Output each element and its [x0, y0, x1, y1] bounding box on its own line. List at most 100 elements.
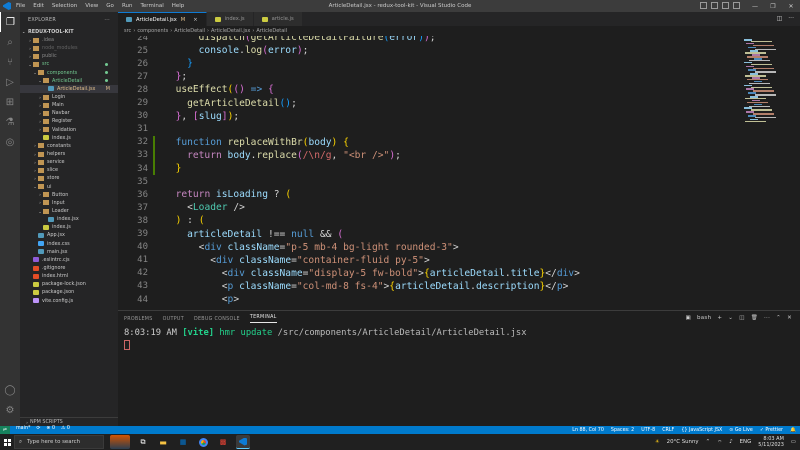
- tab-terminal[interactable]: TERMINAL: [249, 315, 277, 323]
- tree-item[interactable]: › helpers: [20, 150, 118, 158]
- code-line[interactable]: 44 <p>: [118, 293, 738, 306]
- tree-item[interactable]: › Button: [20, 191, 118, 199]
- file-explorer-icon[interactable]: ▬: [156, 435, 170, 449]
- menu-run[interactable]: Run: [122, 3, 133, 9]
- tree-item[interactable]: package.json: [20, 288, 118, 296]
- cursor-position[interactable]: Ln 88, Col 70: [572, 428, 604, 433]
- tab-debug-console[interactable]: DEBUG CONSOLE: [194, 317, 240, 322]
- close-window-button[interactable]: ✕: [782, 0, 800, 12]
- notification-center-icon[interactable]: ▭: [791, 439, 796, 445]
- search-icon[interactable]: ⌕: [0, 32, 20, 52]
- tree-item[interactable]: .eslintrc.cjs: [20, 256, 118, 264]
- tree-item[interactable]: ⌄ Loader: [20, 207, 118, 215]
- tree-item[interactable]: ⌄ ArticleDetail: [20, 77, 118, 85]
- weather[interactable]: 20°C Sunny: [667, 439, 699, 445]
- chevron-down-icon[interactable]: ⌄: [728, 315, 733, 321]
- tab-article-js[interactable]: article.js: [253, 12, 303, 26]
- chrome-icon[interactable]: [196, 435, 210, 449]
- remote-indicator-icon[interactable]: ⇌: [0, 426, 10, 434]
- tree-item[interactable]: .gitignore: [20, 264, 118, 272]
- project-folder-header[interactable]: ⌄ REDUX-TOOL-KIT: [20, 27, 118, 36]
- code-line[interactable]: 33 return body.replace(/\n/g, "<br />");: [118, 148, 738, 162]
- menu-edit[interactable]: Edit: [33, 3, 44, 9]
- tree-item[interactable]: index.jsx: [20, 215, 118, 223]
- code-line[interactable]: 24 dispatch(getArticleDetailFailure(erro…: [118, 36, 738, 44]
- npm-scripts-section[interactable]: › NPM SCRIPTS: [20, 417, 118, 426]
- code-line[interactable]: 39 articleDetail !== null && (: [118, 228, 738, 241]
- source-control-icon[interactable]: ⑂: [0, 52, 20, 72]
- code-line[interactable]: 41 <div className="container-fluid py-5"…: [118, 254, 738, 267]
- encoding[interactable]: UTF-8: [641, 428, 655, 433]
- tree-item[interactable]: › Login: [20, 93, 118, 101]
- tree-item[interactable]: › Main: [20, 101, 118, 109]
- code-line[interactable]: 25 console.log(error);: [118, 44, 738, 57]
- code-line[interactable]: 35: [118, 175, 738, 188]
- notifications-bell-icon[interactable]: 🔔: [790, 428, 796, 433]
- terminal-output[interactable]: 8:03:19 AM [vite] hmr update /src/compon…: [124, 328, 527, 338]
- warnings-count[interactable]: ⚠ 0: [61, 426, 70, 434]
- tab-output[interactable]: OUTPUT: [163, 317, 184, 322]
- code-line[interactable]: 38 ) : (: [118, 214, 738, 227]
- tree-item[interactable]: vite.config.js: [20, 297, 118, 305]
- minimap[interactable]: [740, 36, 800, 310]
- extensions-icon[interactable]: ⊞: [0, 92, 20, 112]
- tree-item[interactable]: ⌄ components: [20, 69, 118, 77]
- tree-item[interactable]: › slice: [20, 166, 118, 174]
- tree-item[interactable]: App.jsx: [20, 231, 118, 239]
- task-view-icon[interactable]: ⧉: [136, 435, 150, 449]
- errors-count[interactable]: ⊗ 0: [46, 426, 55, 434]
- network-icon[interactable]: ⌔: [717, 439, 722, 446]
- tree-item[interactable]: main.jsx: [20, 248, 118, 256]
- language-indicator[interactable]: ENG: [740, 439, 752, 445]
- tree-item[interactable]: › node_modules: [20, 44, 118, 52]
- shell-name[interactable]: bash: [697, 315, 711, 321]
- menu-view[interactable]: View: [85, 3, 98, 9]
- code-line[interactable]: 31: [118, 123, 738, 136]
- breadcrumb-item[interactable]: components: [137, 28, 168, 34]
- tree-item[interactable]: › Validation: [20, 126, 118, 134]
- code-line[interactable]: 37 <Loader />: [118, 201, 738, 214]
- tab-problems[interactable]: PROBLEMS: [124, 317, 153, 322]
- breadcrumb-item[interactable]: ArticleDetail.jsx: [211, 28, 250, 34]
- tree-item[interactable]: › constants: [20, 142, 118, 150]
- remote-icon[interactable]: ◎: [0, 132, 20, 152]
- tree-item[interactable]: index.js: [20, 223, 118, 231]
- breadcrumb-item[interactable]: ArticleDetail: [174, 28, 205, 34]
- split-terminal-icon[interactable]: ◫: [739, 315, 745, 321]
- toggle-secondary-sidebar-icon[interactable]: [722, 2, 729, 9]
- code-line[interactable]: 36 return isLoading ? (: [118, 188, 738, 201]
- vscode-taskbar-icon[interactable]: [236, 435, 250, 449]
- tree-item[interactable]: › store: [20, 174, 118, 182]
- tree-item[interactable]: index.css: [20, 240, 118, 248]
- files-icon[interactable]: ❐: [0, 12, 20, 32]
- tree-item[interactable]: index.js: [20, 134, 118, 142]
- tree-item[interactable]: › public: [20, 52, 118, 60]
- windows-start-icon[interactable]: [0, 434, 14, 450]
- minimize-button[interactable]: —: [746, 0, 764, 12]
- weather-icon[interactable]: ☀: [655, 439, 660, 445]
- toggle-sidebar-icon[interactable]: [700, 2, 707, 9]
- language-mode[interactable]: {} JavaScript JSX: [681, 428, 722, 433]
- code-line[interactable]: 28 useEffect(() => {: [118, 83, 738, 96]
- ms-store-icon[interactable]: ▩: [216, 435, 230, 449]
- test-icon[interactable]: ⚗: [0, 112, 20, 132]
- taskbar-search[interactable]: ⌕ Type here to search: [14, 435, 104, 449]
- tree-item[interactable]: index.html: [20, 272, 118, 280]
- tree-item[interactable]: ⌄ src: [20, 60, 118, 68]
- tab-articledetail-jsx[interactable]: ArticleDetail.jsx M ×: [118, 12, 207, 26]
- toggle-panel-icon[interactable]: [711, 2, 718, 9]
- tree-item[interactable]: › Register: [20, 117, 118, 125]
- sync-icon[interactable]: ⟳: [36, 426, 40, 434]
- code-line[interactable]: 29 getArticleDetail();: [118, 97, 738, 110]
- indentation[interactable]: Spaces: 2: [611, 428, 634, 433]
- code-line[interactable]: 32 function replaceWithBr(body) {: [118, 135, 738, 149]
- tree-item[interactable]: › .idea: [20, 36, 118, 44]
- more-actions-icon[interactable]: ···: [788, 15, 794, 22]
- code-line[interactable]: 43 <p className="col-md-8 fs-4">{article…: [118, 280, 738, 293]
- add-terminal-icon[interactable]: +: [717, 315, 722, 321]
- code-editor[interactable]: 24 dispatch(getArticleDetailFailure(erro…: [118, 36, 738, 310]
- maximize-button[interactable]: ❐: [764, 0, 782, 12]
- tree-item[interactable]: › Navbar: [20, 109, 118, 117]
- maximize-panel-icon[interactable]: ⌃: [776, 315, 781, 321]
- branch-indicator[interactable]: main*: [16, 426, 30, 434]
